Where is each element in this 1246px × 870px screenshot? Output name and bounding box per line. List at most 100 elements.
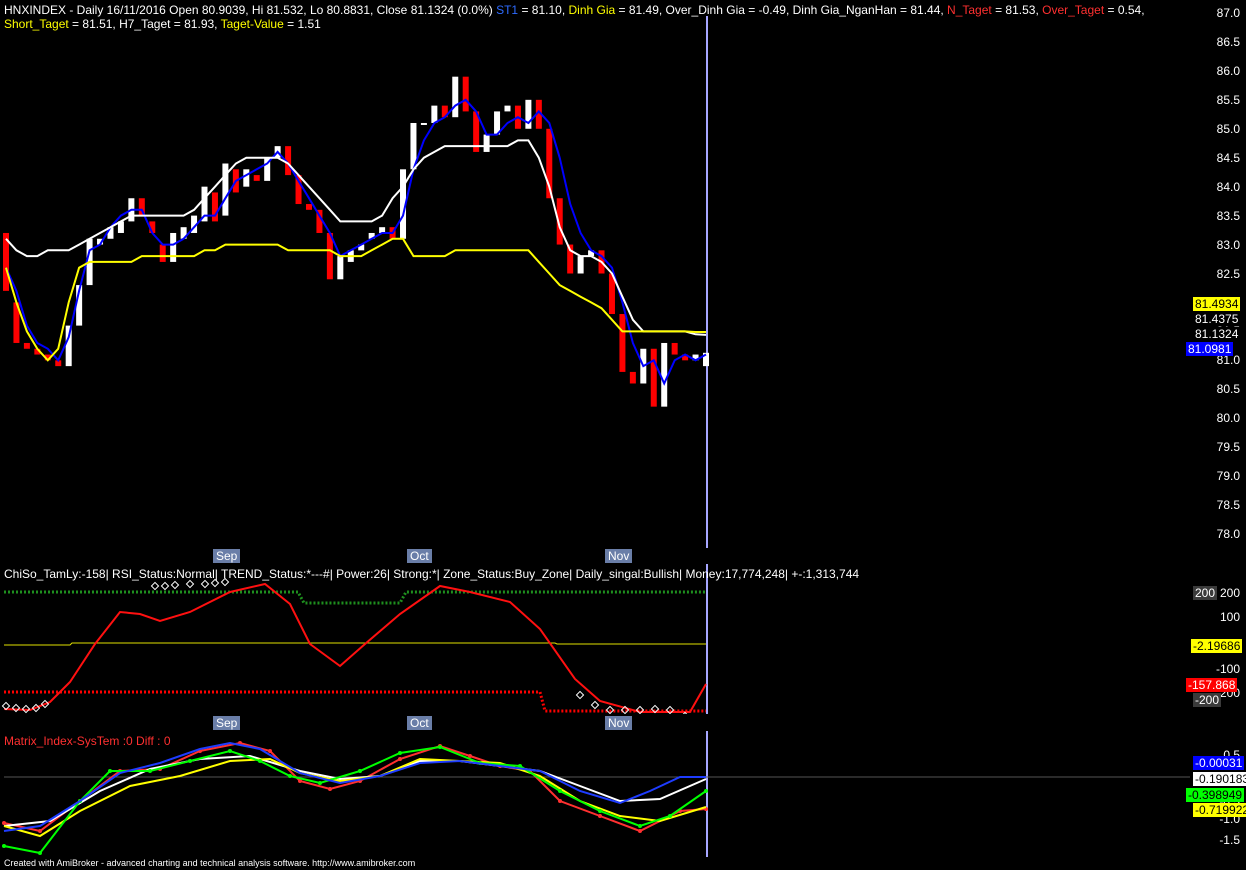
candle-40: [420, 122, 427, 125]
candle-44: [462, 76, 469, 112]
header2-part-3: = 1.51: [283, 17, 321, 31]
candle-63: [661, 342, 668, 407]
price-tag-0: 81.4934: [1193, 297, 1241, 311]
matrix-green-line-dot-3: [108, 769, 112, 773]
candle-24: [253, 175, 260, 181]
header1-part-1: ST1: [496, 3, 519, 17]
candle-29: [305, 204, 312, 210]
matrix-green-line: [3, 745, 707, 855]
month-label-sep: Sep: [213, 549, 241, 563]
price-tick-label: 78.0: [1216, 527, 1240, 541]
candle-48: [504, 105, 511, 112]
header2-part-2: Taget-Value: [220, 17, 284, 31]
candle-15: [159, 244, 166, 262]
candle-55: [577, 256, 584, 274]
candle-2: [23, 342, 30, 349]
header2-part-0: Short_Taget: [4, 17, 69, 31]
indicator-pane-matrix[interactable]: Matrix_Index-SysTem :0 Diff : 0 0.5 -0.5-…: [0, 731, 1246, 857]
candle-62: [650, 348, 657, 407]
yellow-level-line: [4, 642, 706, 646]
matrix-tag-3: -0.719922: [1193, 803, 1246, 817]
status-tag-0: 200: [1193, 586, 1218, 600]
matrix-green-line-dot-7: [258, 759, 262, 763]
matrix-indicator-chart: [2, 731, 1190, 857]
matrix-green-line-dot-11: [398, 751, 402, 755]
matrix-red-line-dot-17: [598, 814, 602, 818]
price-tag-3: 81.0981: [1186, 342, 1234, 356]
header1-part-0: HNXINDEX - Daily 16/11/2016 Open 80.9039…: [4, 3, 497, 17]
header1-part-8: = 0.54,: [1104, 3, 1145, 17]
candle-60: [629, 371, 636, 384]
price-tick-label: 86.5: [1216, 34, 1240, 49]
month-label-nov: Nov: [605, 549, 633, 563]
matrix-green-line-dot-4: [148, 769, 152, 773]
price-tick-label: 82.5: [1216, 266, 1240, 281]
header1-part-3: Dinh Gia: [568, 3, 616, 17]
price-tick-label: 83.5: [1216, 208, 1240, 223]
price-tag-1: 81.4375: [1193, 312, 1241, 326]
matrix-red-line-dot-16: [558, 799, 562, 803]
status-tick-label: 200: [1219, 586, 1240, 600]
series-line-0: [5, 98, 707, 386]
matrix-red-line-dot-0: [2, 821, 6, 825]
price-tick-label: 80.5: [1216, 382, 1240, 397]
candle-20: [211, 192, 218, 222]
candle-64: [671, 342, 678, 355]
price-tick-label: 86.0: [1216, 63, 1240, 78]
matrix-red-line-dot-18: [638, 829, 642, 833]
matrix-tick-label: -1.5: [1219, 833, 1240, 847]
month-label-oct-2: Oct: [407, 716, 432, 730]
candle-50: [525, 99, 532, 129]
matrix-green-line-dot-12: [438, 745, 442, 749]
signal-diamond-5: [150, 581, 160, 591]
matrix-tag-0: -0.00031: [1193, 756, 1245, 770]
matrix-green-line-dot-1: [38, 851, 42, 855]
price-tick-label: 80.0: [1216, 411, 1240, 426]
price-chart: [3, 16, 709, 548]
indicator-pane-status[interactable]: ChiSo_TamLy:-158| RSI_Status:Normal| TRE…: [0, 564, 1246, 714]
matrix-green-line-dot-19: [704, 789, 708, 793]
status-indicator-chart: [1, 564, 708, 714]
header1-part-2: = 81.10,: [518, 3, 569, 17]
price-tick-label: 83.0: [1216, 237, 1240, 252]
header1-part-5: N_Taget: [947, 3, 992, 17]
status-tick-label: -100: [1215, 662, 1240, 676]
status-tag-3: -200: [1193, 693, 1222, 707]
matrix-red-line-dot-11: [398, 757, 402, 761]
matrix-green-line-dot-15: [558, 789, 562, 793]
month-label-oct: Oct: [407, 549, 432, 563]
candle-41: [431, 105, 438, 123]
header1-part-6: = 81.53,: [991, 3, 1043, 17]
price-tick-label: 78.5: [1216, 498, 1240, 513]
footer-credit: Created with AmiBroker - advanced charti…: [0, 857, 1246, 870]
matrix-red-line-dot-7: [268, 749, 272, 753]
candle-16: [170, 232, 177, 262]
matrix-green-line-dot-8: [288, 774, 292, 778]
price-header-line2: Short_Taget = 81.51, H7_Taget = 81.93, T…: [4, 16, 321, 32]
matrix-header: Matrix_Index-SysTem :0 Diff : 0: [4, 734, 171, 748]
matrix-red-line-dot-9: [328, 787, 332, 791]
price-tick-label: 79.5: [1216, 440, 1240, 455]
matrix-green-line-dot-6: [228, 749, 232, 753]
price-tick-label: 85.5: [1216, 92, 1240, 107]
status-tick-label: 100: [1219, 610, 1240, 624]
month-label-sep-2: Sep: [213, 716, 241, 730]
status-tag-2: -157.868: [1186, 678, 1238, 692]
price-tag-2: 81.1324: [1193, 327, 1241, 341]
matrix-green-line-dot-0: [2, 844, 6, 848]
price-pane[interactable]: HNXINDEX - Daily 16/11/2016 Open 80.9039…: [0, 0, 1246, 548]
price-tick-label: 79.0: [1216, 469, 1240, 484]
signal-diamond-6: [160, 581, 170, 591]
matrix-tag-2: -0.398949: [1186, 788, 1245, 802]
matrix-green-line-dot-17: [638, 824, 642, 828]
green-band-line: [4, 590, 706, 605]
status-header: ChiSo_TamLy:-158| RSI_Status:Normal| TRE…: [4, 567, 860, 581]
matrix-tag-1: -0.190183: [1193, 772, 1246, 786]
status-tag-1: -2.19686: [1191, 639, 1243, 653]
signal-diamond-14: [575, 690, 585, 700]
matrix-green-line-dot-5: [188, 759, 192, 763]
price-tick-label: 87.0: [1216, 6, 1240, 20]
header1-part-4: = 81.49, Over_Dinh Gia = -0.49, Dinh Gia…: [615, 3, 948, 17]
candle-43: [452, 76, 459, 118]
header1-part-7: Over_Taget: [1042, 3, 1105, 17]
